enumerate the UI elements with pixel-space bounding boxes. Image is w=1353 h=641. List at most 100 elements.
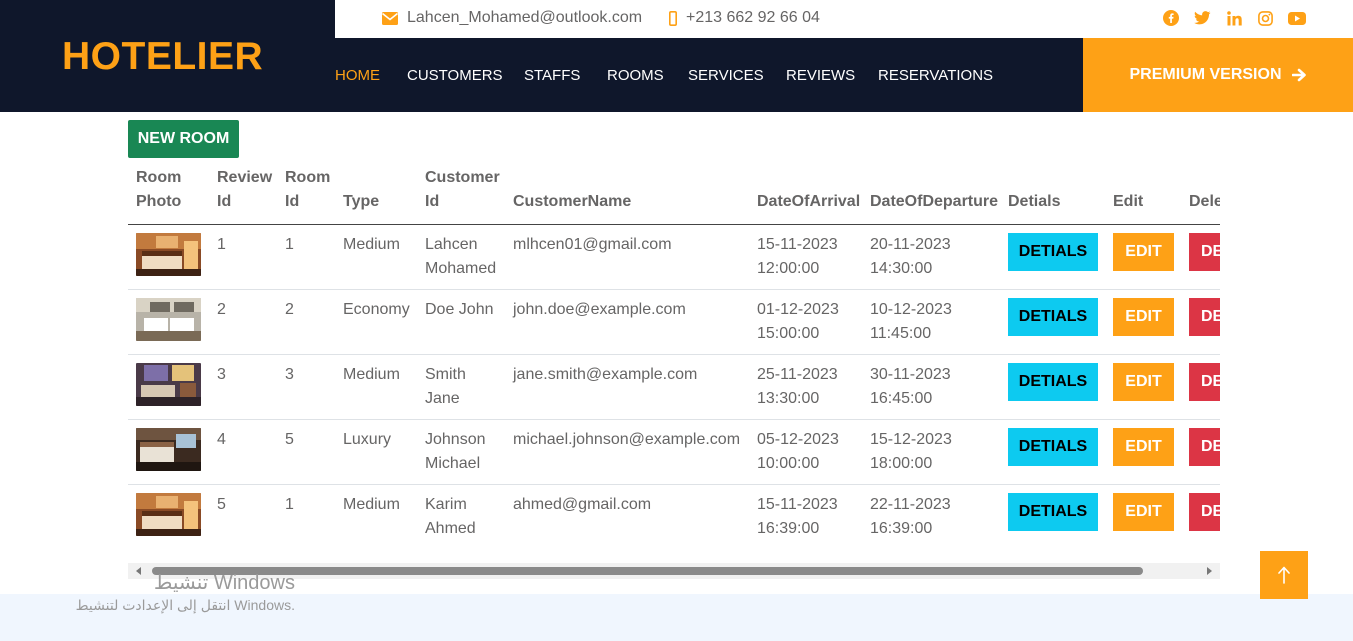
back-to-top-button[interactable] — [1260, 551, 1308, 599]
cell-date-departure: 10-12-2023 11:45:00 — [862, 289, 1000, 355]
delete-button[interactable]: DELETE — [1189, 233, 1220, 271]
table-row: 1 1 Medium Lahcen Mohamed mlhcen01@gmail… — [128, 224, 1220, 290]
cell-room-id: 1 — [277, 484, 335, 548]
details-button[interactable]: DETIALS — [1008, 363, 1098, 401]
nav-rooms[interactable]: ROOMS — [607, 67, 664, 84]
cell-type: Medium — [335, 354, 417, 420]
cell-type: Luxury — [335, 419, 417, 485]
cell-date-departure: 22-11-2023 16:39:00 — [862, 484, 1000, 548]
room-photo — [136, 298, 201, 341]
col-edit: Edit — [1105, 166, 1181, 225]
cell-review-id: 3 — [209, 354, 277, 420]
contact-email[interactable]: Lahcen_Mohamed@outlook.com — [382, 9, 642, 27]
col-room-id: Room Id — [277, 166, 335, 225]
col-date-arrival: DateOfArrival — [749, 166, 862, 225]
details-button[interactable]: DETIALS — [1008, 298, 1098, 336]
social-links — [1162, 9, 1320, 27]
room-photo — [136, 493, 201, 536]
brand-logo[interactable]: HOTELIER — [62, 35, 263, 79]
room-photo — [136, 428, 201, 471]
col-details: Detials — [1000, 166, 1105, 225]
cell-customer-id: Smith Jane — [417, 354, 505, 420]
nav-reservations[interactable]: RESERVATIONS — [878, 67, 993, 84]
cell-review-id: 2 — [209, 289, 277, 355]
cell-customer-id: Karim Ahmed — [417, 484, 505, 548]
cell-customer-name: jane.smith@example.com — [505, 354, 749, 420]
edit-button[interactable]: EDIT — [1113, 233, 1174, 271]
cell-customer-name: ahmed@gmail.com — [505, 484, 749, 548]
cell-type: Medium — [335, 484, 417, 548]
edit-button[interactable]: EDIT — [1113, 363, 1174, 401]
windows-activation-subtitle: انتقل إلى الإعدادت لتنشيط Windows. — [75, 597, 295, 613]
cell-room-id: 2 — [277, 289, 335, 355]
reviews-table: Room Photo Review Id Room Id Type Custom… — [128, 166, 1220, 548]
facebook-icon[interactable] — [1162, 9, 1180, 27]
nav-customers[interactable]: CUSTOMERS — [407, 67, 503, 84]
cell-date-departure: 15-12-2023 18:00:00 — [862, 419, 1000, 485]
main-navbar: HOME CUSTOMERS STAFFS ROOMS SERVICES REV… — [335, 38, 1083, 112]
col-type: Type — [335, 166, 417, 225]
delete-button[interactable]: DELETE — [1189, 428, 1220, 466]
cell-review-id: 5 — [209, 484, 277, 548]
details-button[interactable]: DETIALS — [1008, 493, 1098, 531]
instagram-icon[interactable] — [1257, 9, 1275, 27]
details-button[interactable]: DETIALS — [1008, 233, 1098, 271]
table-row: 3 3 Medium Smith Jane jane.smith@example… — [128, 354, 1220, 420]
reviews-table-container: Room Photo Review Id Room Id Type Custom… — [128, 166, 1220, 548]
contact-phone-text: +213 662 92 66 04 — [686, 9, 820, 26]
arrow-up-icon — [1278, 566, 1290, 584]
new-room-button[interactable]: NEW ROOM — [128, 120, 239, 158]
edit-button[interactable]: EDIT — [1113, 298, 1174, 336]
cell-review-id: 4 — [209, 419, 277, 485]
col-customer-name: CustomerName — [505, 166, 749, 225]
cell-date-arrival: 15-11-2023 16:39:00 — [749, 484, 862, 548]
premium-version-button[interactable]: PREMIUM VERSION — [1083, 38, 1353, 112]
table-header-row: Room Photo Review Id Room Id Type Custom… — [128, 166, 1220, 225]
cell-customer-name: john.doe@example.com — [505, 289, 749, 355]
delete-button[interactable]: DELETE — [1189, 493, 1220, 531]
edit-button[interactable]: EDIT — [1113, 428, 1174, 466]
cell-type: Economy — [335, 289, 417, 355]
table-row: 4 5 Luxury Johnson Michael michael.johns… — [128, 419, 1220, 485]
col-delete: Delete — [1181, 166, 1220, 225]
col-review-id: Review Id — [209, 166, 277, 225]
cell-date-arrival: 15-11-2023 12:00:00 — [749, 224, 862, 290]
cell-date-arrival: 05-12-2023 10:00:00 — [749, 419, 862, 485]
contact-phone[interactable]: +213 662 92 66 04 — [669, 9, 820, 27]
top-contact-bar: Lahcen_Mohamed@outlook.com +213 662 92 6… — [335, 0, 1353, 38]
cell-customer-id: Johnson Michael — [417, 419, 505, 485]
nav-reviews[interactable]: REVIEWS — [786, 67, 855, 84]
cell-date-departure: 20-11-2023 14:30:00 — [862, 224, 1000, 290]
cell-room-id: 3 — [277, 354, 335, 420]
room-photo — [136, 233, 201, 276]
table-row: 2 2 Economy Doe John john.doe@example.co… — [128, 289, 1220, 355]
brand-block: HOTELIER — [0, 0, 335, 112]
nav-services[interactable]: SERVICES — [688, 67, 764, 84]
scroll-right-icon[interactable] — [1207, 567, 1212, 575]
room-photo — [136, 363, 201, 406]
cell-date-departure: 30-11-2023 16:45:00 — [862, 354, 1000, 420]
cell-review-id: 1 — [209, 224, 277, 290]
linkedin-icon[interactable] — [1225, 9, 1243, 27]
cell-room-id: 1 — [277, 224, 335, 290]
twitter-icon[interactable] — [1194, 9, 1212, 27]
premium-label: PREMIUM VERSION — [1129, 66, 1282, 83]
delete-button[interactable]: DELETE — [1189, 363, 1220, 401]
nav-home[interactable]: HOME — [335, 67, 380, 84]
details-button[interactable]: DETIALS — [1008, 428, 1098, 466]
cell-customer-name: mlhcen01@gmail.com — [505, 224, 749, 290]
scroll-left-icon[interactable] — [136, 567, 141, 575]
arrow-right-icon — [1291, 68, 1306, 82]
cell-date-arrival: 25-11-2023 13:30:00 — [749, 354, 862, 420]
nav-staffs[interactable]: STAFFS — [524, 67, 580, 84]
youtube-icon[interactable] — [1288, 9, 1306, 27]
windows-activation-title: تنشيط Windows — [153, 572, 295, 594]
delete-button[interactable]: DELETE — [1189, 298, 1220, 336]
col-customer-id: Customer Id — [417, 166, 505, 225]
envelope-icon — [382, 11, 398, 25]
scrollbar-thumb[interactable] — [152, 567, 1143, 575]
cell-room-id: 5 — [277, 419, 335, 485]
edit-button[interactable]: EDIT — [1113, 493, 1174, 531]
cell-customer-id: Doe John — [417, 289, 505, 355]
cell-customer-id: Lahcen Mohamed — [417, 224, 505, 290]
